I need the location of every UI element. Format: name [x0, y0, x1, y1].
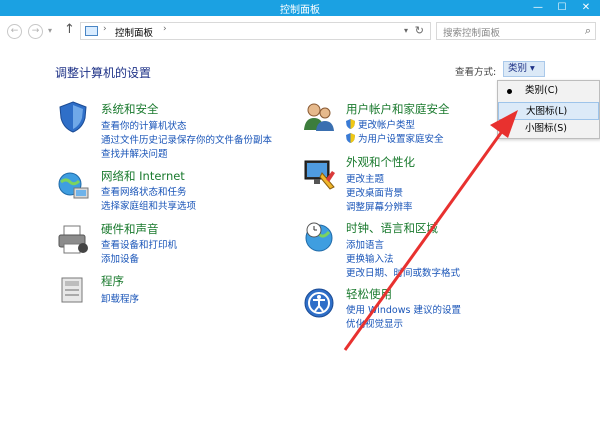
breadcrumb-separator[interactable]: ›: [163, 24, 167, 34]
link-change-date-time-format[interactable]: 更改日期、时间或数字格式: [346, 265, 460, 279]
address-dropdown-icon[interactable]: ▾: [404, 26, 408, 35]
link-uninstall-program[interactable]: 卸载程序: [101, 291, 139, 305]
title-bar: 控制面板 — ☐ ✕: [0, 0, 600, 16]
network-globe-icon[interactable]: [56, 168, 90, 202]
link-add-device[interactable]: 添加设备: [101, 251, 139, 265]
link-family-safety[interactable]: 为用户设置家庭安全: [346, 131, 444, 145]
window-title: 控制面板: [280, 5, 320, 16]
link-add-language[interactable]: 添加语言: [346, 237, 384, 251]
menu-item-category[interactable]: 类别(C): [498, 82, 599, 100]
search-icon[interactable]: ⌕: [585, 24, 591, 38]
category-appearance-title[interactable]: 外观和个性化: [346, 154, 415, 170]
close-button[interactable]: ✕: [576, 0, 596, 16]
forward-button[interactable]: →: [28, 24, 43, 39]
maximize-button[interactable]: ☐: [552, 0, 572, 16]
category-system-security-title[interactable]: 系统和安全: [101, 101, 159, 117]
link-homegroup-sharing[interactable]: 选择家庭组和共享选项: [101, 198, 196, 212]
breadcrumb[interactable]: 控制面板: [115, 25, 153, 39]
link-file-history-backup[interactable]: 通过文件历史记录保存你的文件备份副本: [101, 132, 272, 146]
category-clock-language-title[interactable]: 时钟、语言和区域: [346, 220, 438, 236]
link-troubleshoot[interactable]: 查找并解决问题: [101, 146, 168, 160]
category-ease-of-access-title[interactable]: 轻松使用: [346, 286, 392, 302]
category-network-internet-title[interactable]: 网络和 Internet: [101, 168, 185, 184]
appearance-monitor-icon[interactable]: [302, 157, 336, 191]
search-input[interactable]: 搜索控制面板 ⌕: [436, 22, 596, 40]
menu-item-large-icons[interactable]: 大图标(L): [498, 102, 599, 120]
recent-pages-chevron-icon[interactable]: ▾: [48, 26, 52, 35]
link-change-input-method[interactable]: 更换输入法: [346, 251, 394, 265]
clock-globe-icon[interactable]: [302, 220, 336, 254]
view-by-menu: 类别(C) 大图标(L) 小图标(S): [497, 80, 600, 139]
link-screen-resolution[interactable]: 调整屏幕分辨率: [346, 199, 413, 213]
address-bar: ← → ▾ ↑ › 控制面板 › ▾ ↻ 搜索控制面板 ⌕: [0, 16, 600, 46]
link-windows-recommended-settings[interactable]: 使用 Windows 建议的设置: [346, 302, 461, 316]
search-placeholder: 搜索控制面板: [443, 28, 501, 39]
control-panel-icon: [85, 26, 98, 36]
page-title: 调整计算机的设置: [55, 66, 152, 80]
menu-item-small-icons[interactable]: 小图标(S): [498, 120, 599, 138]
minimize-button[interactable]: —: [528, 0, 548, 16]
up-arrow-icon[interactable]: ↑: [64, 22, 75, 37]
ease-of-access-icon[interactable]: [302, 286, 336, 320]
category-user-accounts-title[interactable]: 用户帐户和家庭安全: [346, 101, 450, 117]
link-change-theme[interactable]: 更改主题: [346, 171, 384, 185]
link-check-computer-status[interactable]: 查看你的计算机状态: [101, 118, 187, 132]
link-change-desktop-background[interactable]: 更改桌面背景: [346, 185, 403, 199]
view-by-label: 查看方式:: [455, 67, 497, 78]
printer-icon[interactable]: [56, 222, 90, 256]
refresh-icon[interactable]: ↻: [415, 24, 424, 37]
users-icon[interactable]: [302, 100, 336, 134]
link-change-account-type[interactable]: 更改帐户类型: [346, 117, 415, 131]
view-by-dropdown[interactable]: 类别 ▾: [503, 61, 545, 77]
category-hardware-sound-title[interactable]: 硬件和声音: [101, 221, 159, 237]
link-network-status[interactable]: 查看网络状态和任务: [101, 184, 187, 198]
link-optimize-visual-display[interactable]: 优化视觉显示: [346, 316, 403, 330]
back-button[interactable]: ←: [7, 24, 22, 39]
category-programs-title[interactable]: 程序: [101, 273, 124, 289]
programs-box-icon[interactable]: [56, 272, 90, 306]
address-field[interactable]: › 控制面板 › ▾ ↻: [80, 22, 431, 40]
uac-shield-icon: [346, 133, 355, 143]
link-devices-printers[interactable]: 查看设备和打印机: [101, 237, 177, 251]
breadcrumb-separator[interactable]: ›: [103, 24, 107, 34]
selected-bullet-icon: [507, 89, 512, 94]
uac-shield-icon: [346, 119, 355, 129]
shield-icon[interactable]: [56, 100, 90, 134]
